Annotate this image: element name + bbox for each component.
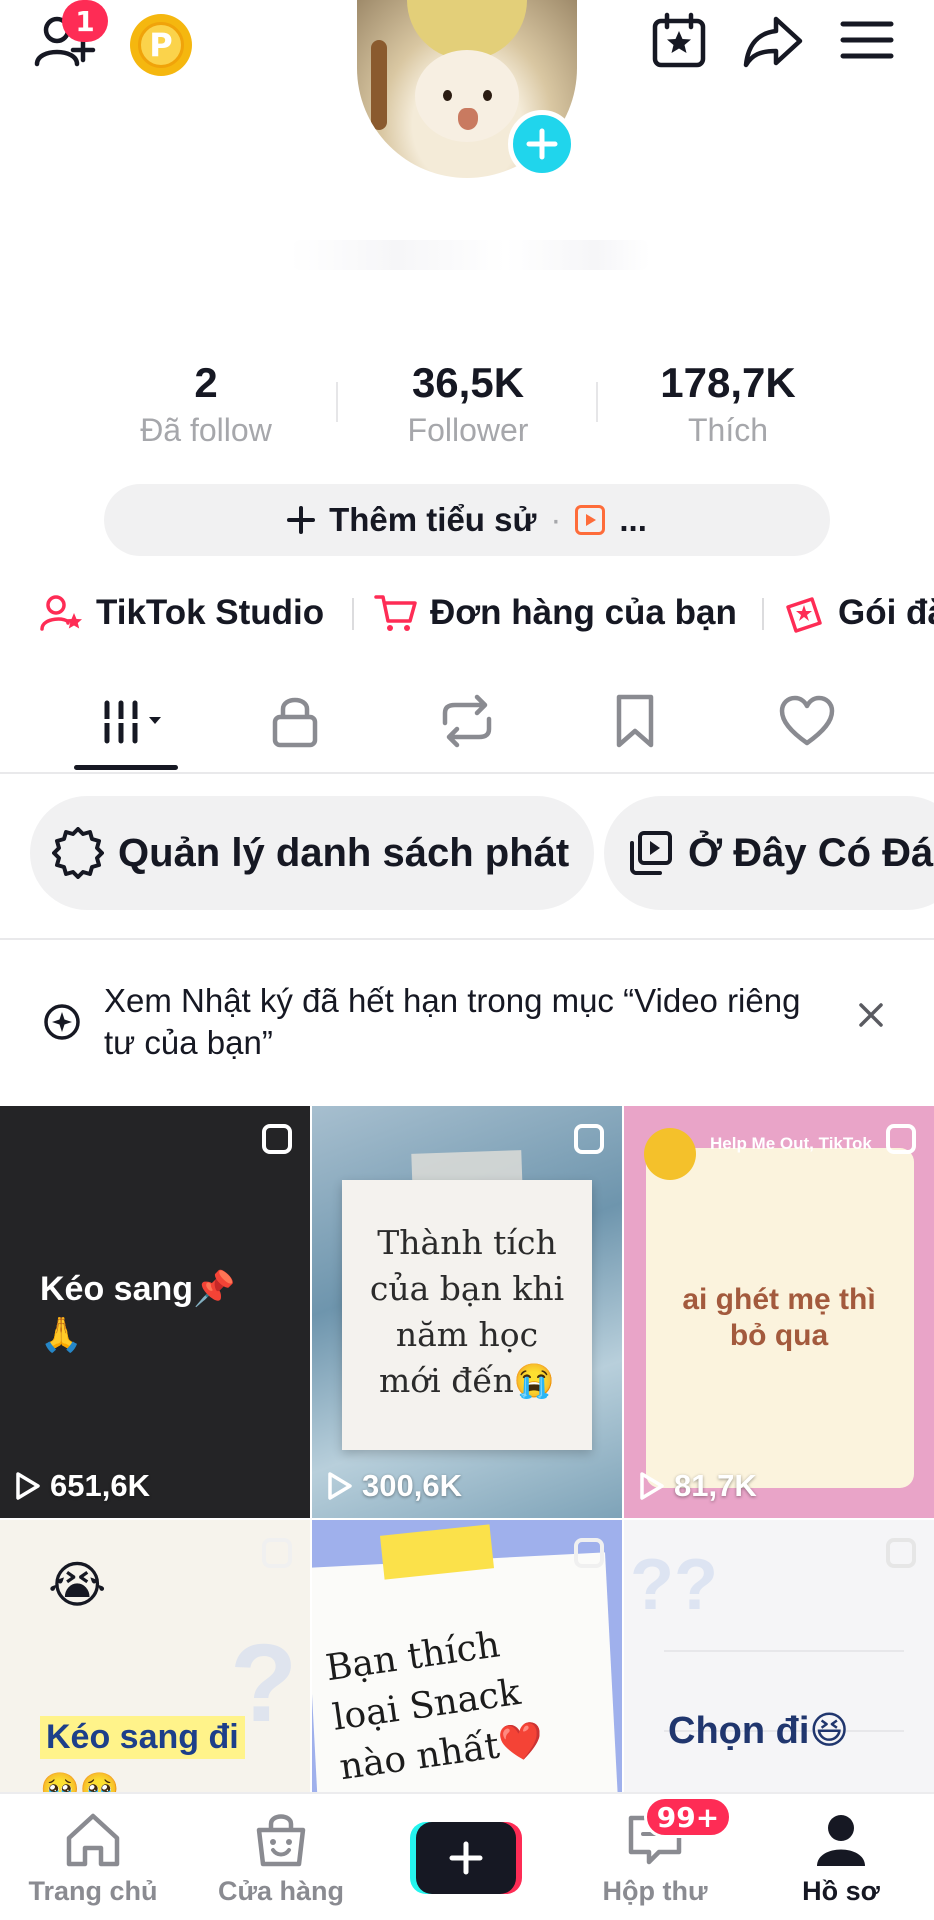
tiktok-studio-label: TikTok Studio	[96, 593, 325, 632]
username-blurred	[290, 240, 650, 270]
add-bio-label: Thêm tiểu sử	[329, 501, 537, 538]
nav-shop-label: Cửa hàng	[217, 1876, 345, 1906]
tile-emoji: 😭	[48, 1557, 107, 1613]
nav-home[interactable]: Trang chủ	[8, 1812, 178, 1907]
coin-button[interactable]: P	[130, 14, 192, 76]
close-icon	[859, 1003, 883, 1027]
playlist-chip[interactable]: Ở Đây Có Đá	[604, 796, 934, 910]
calendar-star-icon	[652, 12, 706, 68]
share-button[interactable]	[740, 8, 806, 74]
video-caption: Kéo sang📌 🙏	[40, 1270, 236, 1354]
profile-icon	[817, 1815, 865, 1866]
video-tile[interactable]: Help Me Out, TikTok ai ghét mẹ thì bỏ qu…	[624, 1106, 934, 1518]
events-button[interactable]	[646, 8, 712, 74]
view-count: 651,6K	[14, 1468, 150, 1504]
play-icon	[328, 1472, 352, 1500]
grid-dropdown-icon	[101, 700, 161, 744]
video-caption: Kéo sang đi	[40, 1716, 245, 1759]
video-tile[interactable]: ? 😭 Kéo sang đi 🥹🥹	[0, 1520, 310, 1792]
followers-label: Follower	[407, 412, 529, 448]
coin-icon: P	[138, 22, 184, 68]
likes-stat[interactable]: 178,7K Thích	[618, 358, 838, 450]
orders-label: Đơn hàng của bạn	[430, 593, 737, 632]
following-count: 2	[194, 359, 218, 406]
bio-dot: ·	[550, 501, 562, 538]
bookmark-icon	[616, 694, 654, 748]
view-count: 300,6K	[326, 1468, 462, 1504]
notice-text: Xem Nhật ký đã hết hạn trong mục “Video …	[104, 982, 801, 1061]
gift-star-icon	[786, 597, 822, 633]
add-avatar-button[interactable]	[508, 110, 576, 178]
hamburger-icon	[840, 21, 894, 59]
nav-inbox-label: Hộp thư	[602, 1876, 708, 1906]
tab-saved[interactable]	[580, 690, 690, 752]
close-notice-button[interactable]	[856, 1000, 886, 1030]
video-tile[interactable]: ?? Chọn đi😆	[624, 1520, 934, 1792]
video-caption: Bạn thích loại Snack nào nhất❤️	[323, 1624, 547, 1789]
cart-icon	[374, 595, 417, 631]
share-icon	[743, 16, 803, 68]
tab-videos[interactable]	[72, 690, 182, 752]
package-link[interactable]: Gói đă	[782, 588, 934, 638]
video-tile[interactable]: Thành tích của bạn khi năm học mới đến😭 …	[312, 1106, 622, 1518]
play-icon	[640, 1472, 664, 1500]
orders-link[interactable]: Đơn hàng của bạn	[374, 588, 737, 638]
video-tile[interactable]: Bạn thích loại Snack nào nhất❤️	[312, 1520, 622, 1792]
shopping-bag-icon	[256, 1814, 306, 1867]
playlist-icon	[630, 831, 672, 875]
menu-button[interactable]	[836, 12, 898, 68]
nav-profile-label: Hồ sơ	[802, 1876, 880, 1906]
select-checkbox[interactable]	[262, 1124, 292, 1154]
video-caption: Chọn đi😆	[668, 1710, 850, 1752]
plus-icon	[526, 128, 558, 160]
nav-home-label: Trang chủ	[28, 1876, 158, 1906]
video-tile[interactable]: Kéo sang📌 🙏 651,6K	[0, 1106, 310, 1518]
select-checkbox[interactable]	[574, 1124, 604, 1154]
tab-liked[interactable]	[752, 690, 862, 752]
video-icon	[575, 505, 606, 535]
video-caption: Thành tích của bạn khi năm học mới đến😭	[369, 1223, 565, 1400]
following-label: Đã follow	[140, 412, 272, 448]
lock-icon	[272, 697, 318, 748]
create-button[interactable]	[410, 1822, 522, 1894]
active-tab-indicator	[74, 765, 178, 770]
select-checkbox[interactable]	[886, 1538, 916, 1568]
friend-notification-badge: 1	[62, 0, 108, 42]
play-icon	[16, 1472, 40, 1500]
home-icon	[66, 1813, 120, 1867]
tile-header: Help Me Out, TikTok	[710, 1134, 872, 1153]
inbox-badge: 99+	[644, 1796, 732, 1838]
tab-private[interactable]	[240, 690, 350, 752]
gear-icon	[52, 827, 104, 879]
followers-count: 36,5K	[411, 359, 525, 406]
video-caption-emoji: 🥹🥹	[40, 1771, 120, 1792]
manage-playlists-chip[interactable]: Quản lý danh sách phát	[30, 796, 594, 910]
bio-more: ...	[619, 501, 647, 538]
tiktok-studio-link[interactable]: TikTok Studio	[40, 588, 324, 638]
repost-icon	[442, 694, 492, 748]
heart-icon	[779, 695, 835, 746]
select-checkbox[interactable]	[886, 1124, 916, 1154]
likes-count: 178,7K	[660, 359, 796, 406]
likes-label: Thích	[687, 412, 769, 448]
manage-playlists-label: Quản lý danh sách phát	[118, 830, 570, 875]
select-checkbox[interactable]	[574, 1538, 604, 1568]
add-bio-button[interactable]: Thêm tiểu sử · ...	[104, 484, 830, 556]
tab-reposts[interactable]	[412, 690, 522, 752]
create-plus-icon	[410, 1822, 522, 1894]
following-stat[interactable]: 2 Đã follow	[96, 358, 316, 450]
package-label: Gói đă	[838, 593, 934, 632]
plus-icon	[287, 506, 316, 534]
playlist-label: Ở Đây Có Đá	[688, 830, 934, 875]
nav-profile[interactable]: Hồ sơ	[756, 1812, 926, 1907]
nav-shop[interactable]: Cửa hàng	[196, 1812, 366, 1907]
followers-stat[interactable]: 36,5K Follower	[358, 358, 578, 450]
video-caption: ai ghét mẹ thì bỏ qua	[682, 1283, 876, 1352]
view-count: 81,7K	[638, 1468, 757, 1504]
select-checkbox[interactable]	[262, 1538, 292, 1568]
person-star-icon	[40, 595, 82, 631]
sparkle-icon	[44, 1004, 80, 1040]
